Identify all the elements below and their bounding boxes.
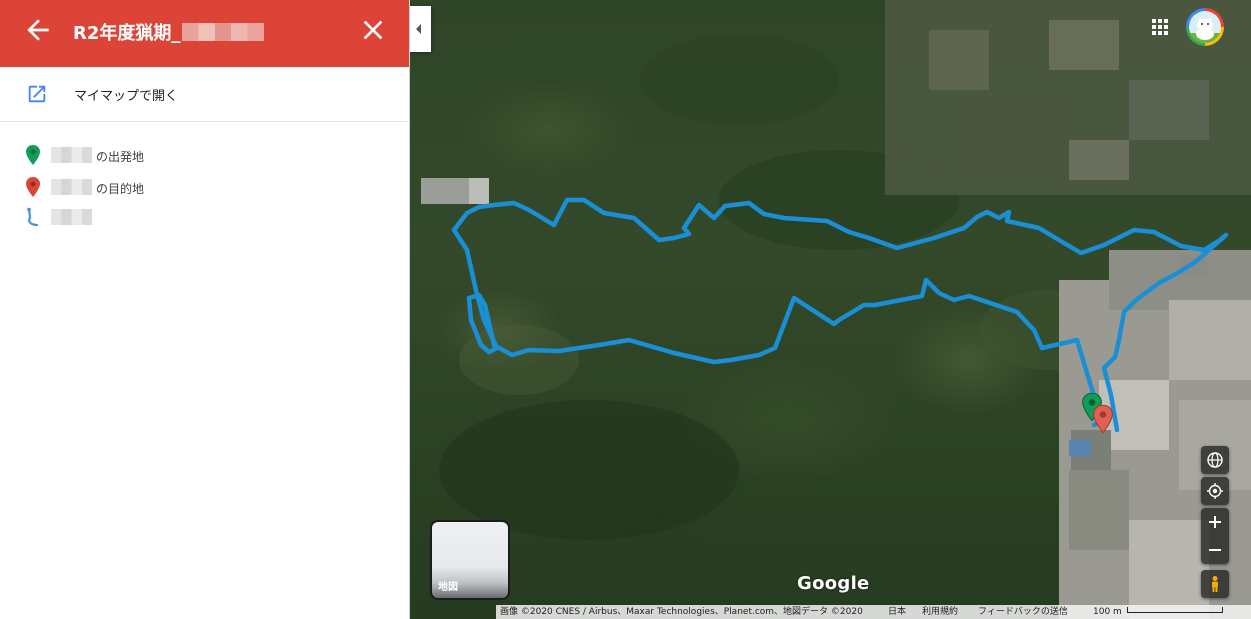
panel-header: R2年度猟期_ [0,0,409,67]
open-in-my-maps-label: マイマップで開く [74,89,179,104]
open-in-my-maps-link[interactable]: マイマップで開く [0,67,409,122]
zoom-out-button[interactable] [1201,536,1229,564]
goal-pin-icon[interactable] [1093,405,1113,433]
zoom-out-icon [1209,549,1221,551]
globe-view-button[interactable] [1201,446,1229,474]
collapse-panel-button[interactable] [409,6,431,52]
my-location-button[interactable] [1201,477,1229,505]
scale-bar [1127,607,1223,613]
map-title-text: R2年度猟期_ [73,23,181,44]
arrow-back-icon [27,19,49,41]
back-button[interactable] [22,14,54,46]
legend-item-route[interactable] [0,204,409,230]
legend-item-goal[interactable]: の目的地 [0,174,409,200]
red-pin-icon [26,177,40,197]
map-layer-toggle-label: 地図 [438,582,458,593]
close-button[interactable] [357,14,389,46]
redacted-title-suffix [182,23,265,41]
street-view-pegman-button[interactable] [1201,570,1229,598]
google-apps-button[interactable] [1148,15,1172,39]
green-pin-icon [26,145,40,165]
legend-item-start[interactable]: の出発地 [0,142,409,168]
send-feedback-link[interactable]: フィードバックの送信 [978,605,1068,619]
my-location-icon [1207,483,1223,499]
pegman-icon [1212,576,1218,592]
account-avatar-button[interactable] [1186,8,1224,46]
redacted-route-name [51,209,92,225]
redacted-name [51,179,92,195]
zoom-in-icon [1209,516,1221,528]
imagery-attribution: 画像 ©2020 CNES / Airbus、Maxar Technologie… [500,607,863,617]
zoom-controls [1201,508,1229,564]
close-icon [363,20,383,40]
map-detail-panel: R2年度猟期_ マイマップで開く の出発地 の目的地 [0,0,410,619]
map-title: R2年度猟期_ [73,19,265,45]
apps-grid-icon [1152,19,1168,35]
redacted-name [51,147,92,163]
cat-avatar-icon [1189,16,1221,43]
terms-link[interactable]: 利用規約 [922,605,958,619]
legend-label-goal: の目的地 [96,182,145,196]
satellite-map[interactable]: 地図 Google 画像 ©2020 CNES / Airbus、Maxar T… [409,0,1251,619]
google-logo: Google [797,573,870,594]
attribution-bar: 画像 ©2020 CNES / Airbus、Maxar Technologie… [496,605,1251,619]
route-icon [27,207,39,227]
avatar [1189,11,1221,43]
globe-icon [1207,452,1223,468]
zoom-in-button[interactable] [1201,508,1229,536]
legend-label-start: の出発地 [96,150,145,164]
chevron-left-icon [416,24,421,34]
scale-label[interactable]: 100 m [1093,605,1122,619]
route-track[interactable] [409,0,1251,619]
open-in-new-icon [28,85,46,103]
map-layer-toggle[interactable]: 地図 [430,520,510,600]
region-link[interactable]: 日本 [888,605,906,619]
